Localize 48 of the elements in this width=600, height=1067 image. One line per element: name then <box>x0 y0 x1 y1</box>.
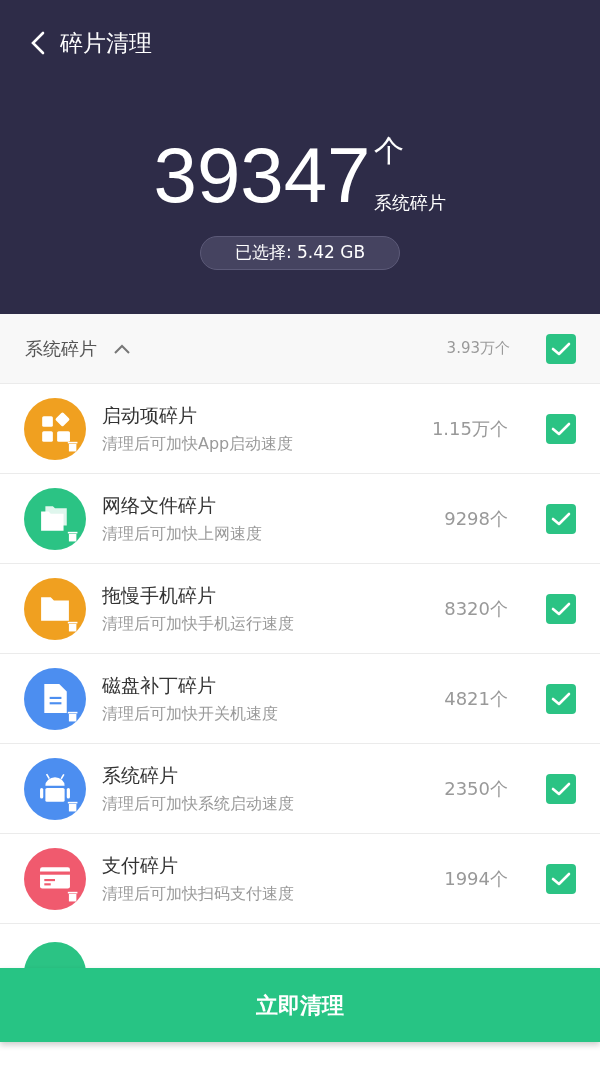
checkbox[interactable] <box>546 413 576 444</box>
back-icon[interactable] <box>30 30 46 56</box>
checkmark-icon <box>551 420 571 437</box>
row-title: 磁盘补丁碎片 <box>102 673 217 699</box>
fragment-row[interactable]: 支付碎片 清理后可加快扫码支付速度 1994个 <box>0 834 600 924</box>
row-subtitle: 清理后可加快系统启动速度 <box>102 792 294 815</box>
count-label: 系统碎片 <box>374 192 447 214</box>
row-count: 8320个 <box>444 597 508 621</box>
page-title: 碎片清理 <box>60 28 152 58</box>
fragment-row[interactable]: 网络文件碎片 清理后可加快上网速度 9298个 <box>0 474 600 564</box>
checkbox[interactable] <box>546 333 576 364</box>
checkbox[interactable] <box>546 863 576 894</box>
row-count: 2350个 <box>444 777 508 801</box>
checkmark-icon <box>551 600 571 617</box>
checkmark-icon <box>551 780 571 797</box>
row-subtitle: 清理后可加快开关机速度 <box>102 702 278 725</box>
fragment-row[interactable]: 启动项碎片 清理后可加快App启动速度 1.15万个 <box>0 384 600 474</box>
row-title: 系统碎片 <box>102 763 179 789</box>
count-unit: 个 <box>374 136 406 166</box>
selected-size-pill: 已选择: 5.42 GB <box>199 236 401 270</box>
fragment-row[interactable]: 拖慢手机碎片 清理后可加快手机运行速度 8320个 <box>0 564 600 654</box>
checkbox[interactable] <box>546 683 576 714</box>
group-title: 系统碎片 <box>25 337 97 361</box>
row-count: 1.15万个 <box>431 417 508 441</box>
checkmark-icon <box>551 340 571 357</box>
chevron-icon[interactable] <box>113 342 131 355</box>
fragment-row[interactable]: 系统碎片 清理后可加快系统启动速度 2350个 <box>0 744 600 834</box>
row-count: 9298个 <box>444 507 508 531</box>
checkbox[interactable] <box>546 503 576 534</box>
row-subtitle: 清理后可加快手机运行速度 <box>102 612 294 635</box>
row-title: 启动项碎片 <box>102 403 198 429</box>
checkmark-icon <box>551 690 571 707</box>
row-subtitle: 清理后可加快扫码支付速度 <box>102 882 294 905</box>
row-count: 1994个 <box>444 867 508 891</box>
checkmark-icon <box>551 870 571 887</box>
row-subtitle: 清理后可加快上网速度 <box>102 522 262 545</box>
row-title: 拖慢手机碎片 <box>102 583 217 609</box>
checkbox[interactable] <box>546 593 576 624</box>
group-header[interactable]: 系统碎片 3.93万个 <box>0 314 600 384</box>
row-subtitle: 清理后可加快App启动速度 <box>102 432 294 455</box>
checkmark-icon <box>551 510 571 527</box>
fragment-row[interactable]: 磁盘补丁碎片 清理后可加快开关机速度 4821个 <box>0 654 600 744</box>
row-title: 网络文件碎片 <box>102 493 217 519</box>
row-title: 支付碎片 <box>102 853 179 879</box>
checkbox[interactable] <box>546 773 576 804</box>
row-count: 4821个 <box>444 687 508 711</box>
group-count: 3.93万个 <box>446 338 510 360</box>
fragment-count: 39347 <box>153 136 371 214</box>
